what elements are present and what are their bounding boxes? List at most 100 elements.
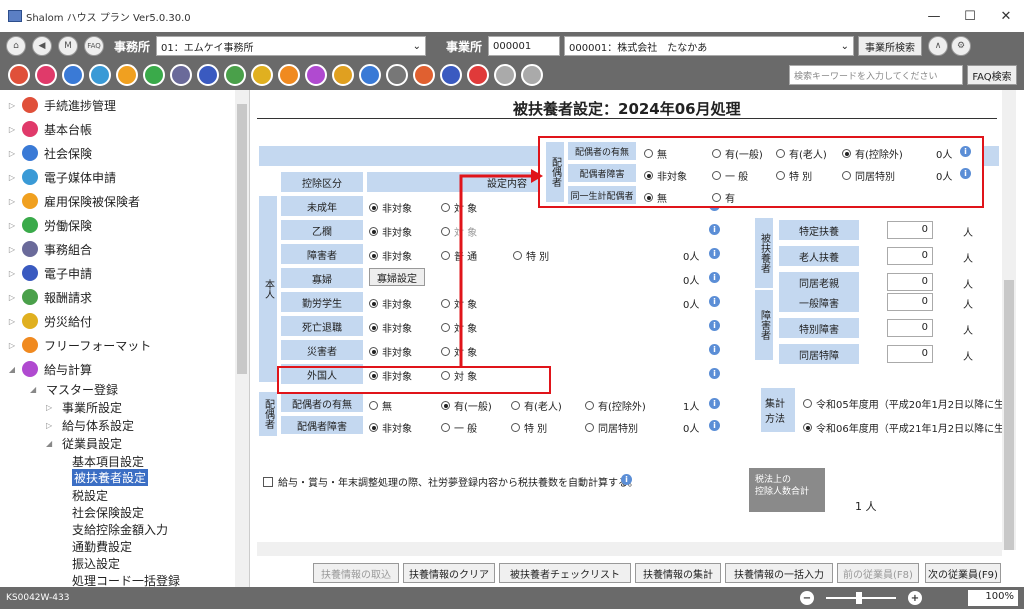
radio-option[interactable]: 有(老人)	[511, 398, 562, 413]
zoom-level[interactable]: 100%	[968, 590, 1018, 606]
count-input[interactable]: 0	[887, 273, 933, 291]
info-icon[interactable]: i	[709, 224, 720, 235]
office-select[interactable]: 01：エムケイ事務所 ⌄	[156, 36, 427, 56]
widow-settings-button[interactable]: 寡婦設定	[369, 268, 425, 286]
info-icon[interactable]: i	[709, 248, 720, 259]
footer-button[interactable]: 扶養情報の取込	[313, 563, 399, 583]
sidebar-master[interactable]: ◢ マスター登録	[30, 380, 118, 398]
sidebar-item[interactable]: ▷ 手続進捗管理	[0, 94, 116, 116]
progress-icon[interactable]	[8, 64, 30, 86]
info-icon[interactable]: i	[621, 474, 632, 485]
radio-option[interactable]: 有(控除外)	[585, 398, 646, 413]
employment-icon[interactable]	[116, 64, 138, 86]
radio-non-target[interactable]: 非対象	[369, 248, 412, 263]
radio-non-target[interactable]: 非対象	[369, 344, 412, 359]
sidebar-social-ins[interactable]: 社会保険設定	[72, 503, 144, 521]
radio-option[interactable]: 非対象	[369, 420, 412, 435]
zoom-slider[interactable]	[826, 592, 896, 604]
zoom-slider-knob[interactable]	[856, 592, 862, 604]
footer-button[interactable]: 被扶養者チェックリスト	[499, 563, 631, 583]
radio-non-target[interactable]: 非対象	[369, 320, 412, 335]
maximize-button[interactable]: ☐	[952, 0, 988, 32]
info-icon[interactable]: i	[709, 368, 720, 379]
billing-icon[interactable]	[224, 64, 246, 86]
sidebar-sub-office[interactable]: ▷ 事業所設定	[46, 398, 122, 416]
grid-icon[interactable]	[332, 64, 354, 86]
info-icon[interactable]: i	[709, 344, 720, 355]
info-icon[interactable]: i	[709, 420, 720, 431]
radio-option[interactable]: 一 般	[441, 420, 477, 435]
count-input[interactable]: 0	[887, 247, 933, 265]
horizontal-scrollbar[interactable]	[257, 542, 1002, 556]
sidebar-item[interactable]: ▷ 雇用保険被保険者	[0, 190, 140, 212]
business-search-button[interactable]: 事業所検索	[858, 36, 923, 56]
footer-button[interactable]: 扶養情報の集計	[635, 563, 721, 583]
zoom-out-button[interactable]: −	[800, 591, 814, 605]
info-icon[interactable]: i	[709, 296, 720, 307]
footer-button[interactable]: 扶養情報の一括入力	[725, 563, 833, 583]
faq-icon[interactable]: FAQ	[84, 36, 104, 56]
count-input[interactable]: 0	[887, 319, 933, 337]
social-insurance-icon[interactable]	[62, 64, 84, 86]
keyword-search-input[interactable]: 検索キーワードを入力してください	[789, 65, 963, 85]
sidebar-scroll-thumb[interactable]	[237, 104, 247, 374]
sidebar-item[interactable]: ▷ 労災給付	[0, 310, 92, 332]
info-icon[interactable]: i	[709, 398, 720, 409]
radio-option[interactable]: 有(一般)	[441, 398, 492, 413]
payroll-icon[interactable]	[305, 64, 327, 86]
sidebar-sub-employee[interactable]: ◢ 従業員設定	[46, 434, 122, 452]
radio-non-target[interactable]: 非対象	[369, 296, 412, 311]
sidebar-transfer[interactable]: 振込設定	[72, 554, 120, 572]
accident-icon[interactable]	[251, 64, 273, 86]
m-icon[interactable]: M	[58, 36, 78, 56]
ledger-icon[interactable]	[35, 64, 57, 86]
sidebar-payment-input[interactable]: 支給控除金額入力	[72, 520, 168, 538]
sidebar-item[interactable]: ▷ 基本台帳	[0, 118, 92, 140]
sidebar-item[interactable]: ▷ 電子申請	[0, 262, 92, 284]
minimize-button[interactable]: —	[916, 0, 952, 32]
radio-non-target[interactable]: 非対象	[369, 200, 412, 215]
radio-option[interactable]: 特 別	[511, 420, 547, 435]
sidebar-commute[interactable]: 通勤費設定	[72, 537, 132, 555]
footer-button[interactable]: 扶養情報のクリア	[403, 563, 495, 583]
footer-button[interactable]: 前の従業員(F8)	[837, 563, 919, 583]
calc-method-r05[interactable]: 令和05年度用（平成20年1月2日以降に生ま	[803, 396, 1014, 411]
sidebar-item[interactable]: ▷ 電子媒体申請	[0, 166, 116, 188]
zoom-in-button[interactable]: +	[908, 591, 922, 605]
radio-option[interactable]: 無	[369, 398, 392, 413]
list-icon[interactable]	[359, 64, 381, 86]
back-icon[interactable]: ◀	[32, 36, 52, 56]
freeformat-icon[interactable]	[278, 64, 300, 86]
auto-calc-checkbox[interactable]: 給与・賞与・年末調整処理の際、社労夢登録内容から税扶養数を自動計算する。	[263, 474, 638, 489]
e-apply-icon[interactable]	[197, 64, 219, 86]
union-icon[interactable]	[170, 64, 192, 86]
system-gear-icon[interactable]	[521, 64, 543, 86]
sidebar-item[interactable]: ▷ 事務組合	[0, 238, 92, 260]
gear-icon[interactable]: ⚙	[951, 36, 972, 56]
main-scroll-thumb[interactable]	[1004, 280, 1014, 550]
labor-icon[interactable]	[143, 64, 165, 86]
info-icon[interactable]: i	[709, 272, 720, 283]
radio-option[interactable]: 同居特別	[585, 420, 638, 435]
sidebar-item[interactable]: ▷ フリーフォーマット	[0, 334, 151, 356]
export-icon[interactable]	[467, 64, 489, 86]
sidebar-item[interactable]: ▷ 報酬請求	[0, 286, 92, 308]
count-input[interactable]: 0	[887, 221, 933, 239]
footer-button[interactable]: 次の従業員(F9)	[925, 563, 1001, 583]
sidebar-tax[interactable]: 税設定	[72, 486, 108, 504]
camera-icon[interactable]	[386, 64, 408, 86]
calc-method-r06[interactable]: 令和06年度用（平成21年1月2日以降に生ま	[803, 420, 1014, 435]
sidebar-sub-salary-system[interactable]: ▷ 給与体系設定	[46, 416, 134, 434]
hand-icon[interactable]	[413, 64, 435, 86]
collapse-icon[interactable]: ∧	[928, 36, 949, 56]
tax-total-button[interactable]: 税法上の 控除人数合計	[749, 468, 825, 512]
business-code-input[interactable]: 000001	[488, 36, 561, 56]
count-input[interactable]: 0	[887, 345, 933, 363]
business-select[interactable]: 000001：株式会社 たなかあ ⌄	[564, 36, 855, 56]
main-scrollbar[interactable]	[1002, 90, 1016, 550]
sidebar-item[interactable]: ▷ 労働保険	[0, 214, 92, 236]
radio-non-target[interactable]: 非対象	[369, 224, 412, 239]
count-input[interactable]: 0	[887, 293, 933, 311]
info-icon[interactable]: i	[709, 320, 720, 331]
sidebar-item[interactable]: ▷ 社会保険	[0, 142, 92, 164]
